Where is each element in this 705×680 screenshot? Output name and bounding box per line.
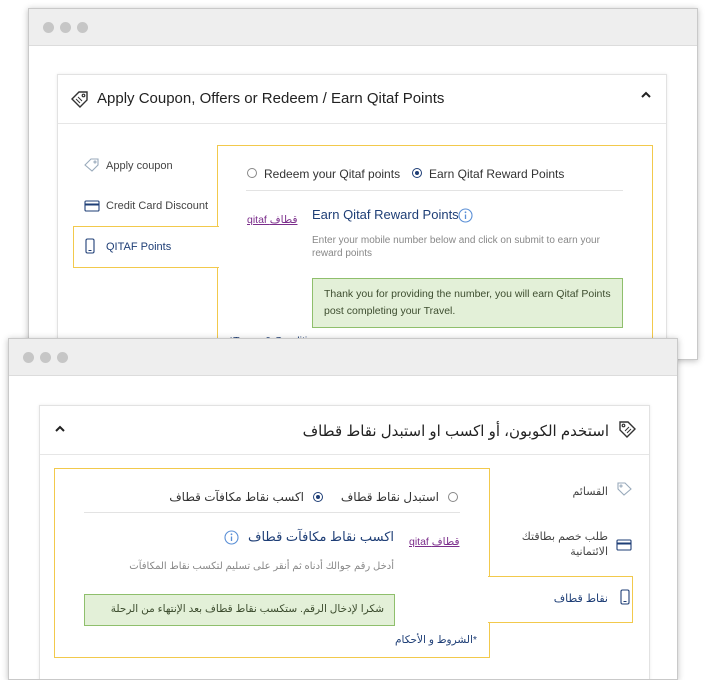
earn-radio[interactable] xyxy=(412,168,422,178)
panel-title: استخدم الكوبون، أو اكسب او استبدل نقاط ق… xyxy=(302,423,609,440)
sidebar-item-qitaf-label: QITAF Points xyxy=(106,241,172,253)
coupon-panel-rtl: استخدم الكوبون، أو اكسب او استبدل نقاط ق… xyxy=(39,405,650,679)
redeem-radio[interactable] xyxy=(448,492,458,502)
redeem-option-label[interactable]: Redeem your Qitaf points xyxy=(264,167,400,181)
sidebar-item-coupons[interactable]: القسائم xyxy=(572,485,608,498)
success-notice: Thank you for providing the number, you … xyxy=(312,278,623,328)
info-icon[interactable] xyxy=(224,530,239,545)
window-control-dot[interactable] xyxy=(40,352,51,363)
redeem-radio[interactable] xyxy=(247,168,257,178)
coupon-tag-icon xyxy=(70,90,90,108)
window-titlebar xyxy=(9,339,677,376)
panel-header[interactable]: Apply Coupon, Offers or Redeem / Earn Qi… xyxy=(58,75,666,124)
earn-title: Earn Qitaf Reward Points xyxy=(312,207,459,222)
english-window: Apply Coupon, Offers or Redeem / Earn Qi… xyxy=(28,8,698,360)
window-titlebar xyxy=(29,9,697,46)
coupon-panel: Apply Coupon, Offers or Redeem / Earn Qi… xyxy=(57,74,667,359)
collapse-chevron-up-icon[interactable] xyxy=(640,89,652,101)
qitaf-logo: qitaf قطاف xyxy=(247,214,298,226)
earn-radio[interactable] xyxy=(313,492,323,502)
coupon-tag-icon xyxy=(617,420,637,438)
collapse-chevron-up-icon[interactable] xyxy=(54,423,66,435)
sidebar-item-apply-coupon[interactable]: Apply coupon xyxy=(106,160,173,172)
sidebar-item-credit-card[interactable]: طلب خصم بطاقتك الائتمانية xyxy=(518,530,608,560)
window-control-dot[interactable] xyxy=(77,22,88,33)
arabic-window: استخدم الكوبون، أو اكسب او استبدل نقاط ق… xyxy=(8,338,678,680)
tag-icon xyxy=(84,158,100,172)
panel-header[interactable]: استخدم الكوبون، أو اكسب او استبدل نقاط ق… xyxy=(40,406,649,455)
options-divider xyxy=(84,512,460,513)
mobile-phone-icon xyxy=(85,238,95,254)
window-control-dot[interactable] xyxy=(43,22,54,33)
tag-icon xyxy=(616,482,632,496)
credit-card-icon xyxy=(84,200,100,212)
sidebar-item-credit-card[interactable]: Credit Card Discount xyxy=(106,200,208,212)
qitaf-logo: qitaf قطاف xyxy=(409,536,460,548)
window-control-dot[interactable] xyxy=(57,352,68,363)
earn-option-label[interactable]: Earn Qitaf Reward Points xyxy=(429,167,564,181)
window-control-dot[interactable] xyxy=(23,352,34,363)
terms-link[interactable]: *الشروط و الأحكام xyxy=(395,634,477,646)
earn-title: اكسب نقاط مكافآت قطاف xyxy=(247,529,394,544)
info-icon[interactable] xyxy=(458,208,473,223)
mobile-phone-icon xyxy=(620,589,630,605)
sidebar-item-qitaf-label: نقاط قطاف xyxy=(553,593,608,605)
redeem-option-label[interactable]: استبدل نقاط قطاف xyxy=(341,490,439,504)
success-notice: شكرا لإدخال الرقم. ستكسب نقاط قطاف بعد ا… xyxy=(84,594,395,626)
window-control-dot[interactable] xyxy=(60,22,71,33)
credit-card-icon xyxy=(616,539,632,551)
earn-option-label[interactable]: اكسب نقاط مكافآت قطاف xyxy=(169,490,304,504)
options-divider xyxy=(246,190,623,191)
help-text: أدخل رقم جوالك أدناه ثم أنقر على تسليم ل… xyxy=(129,561,394,572)
help-text: Enter your mobile number below and click… xyxy=(312,235,600,259)
panel-title: Apply Coupon, Offers or Redeem / Earn Qi… xyxy=(97,90,445,107)
